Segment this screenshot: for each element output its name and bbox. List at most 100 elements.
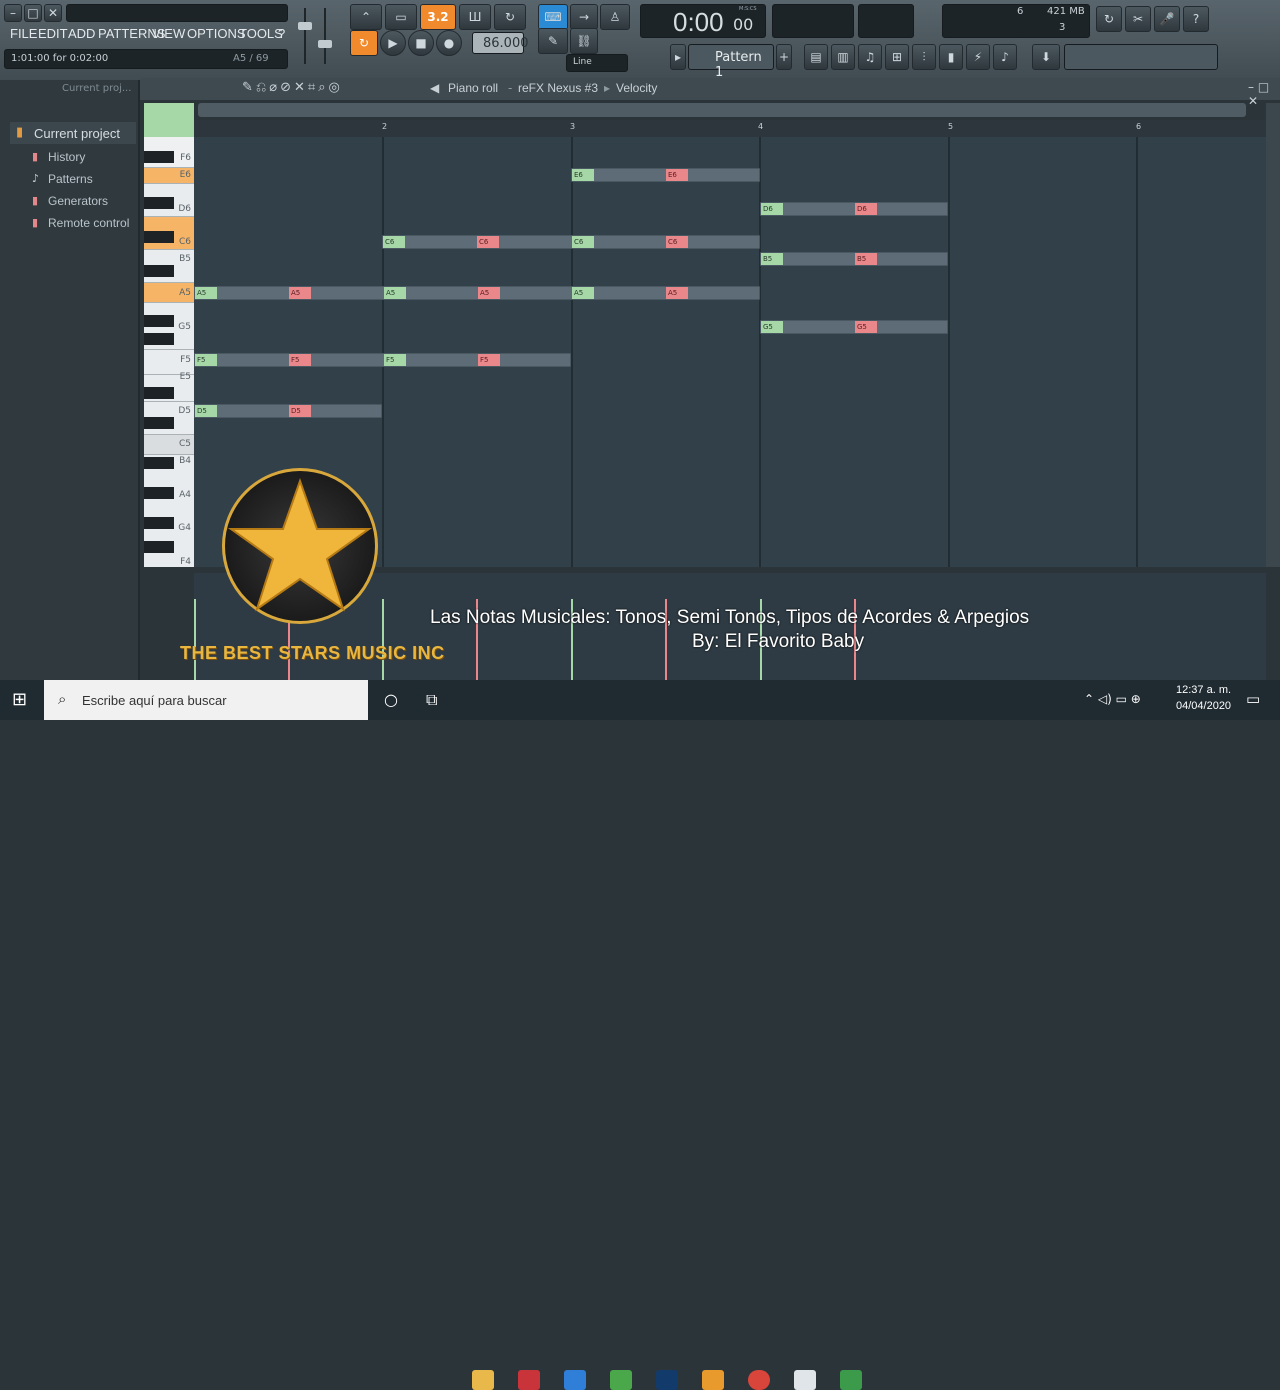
step-edit-button[interactable]: →	[570, 4, 598, 30]
app-icon[interactable]	[518, 1370, 540, 1390]
song-mode-button[interactable]: ↻	[350, 30, 378, 56]
menu-edit[interactable]: EDIT	[38, 26, 68, 41]
master-pitch-slider[interactable]	[318, 8, 332, 64]
menu-add[interactable]: ADD	[68, 26, 95, 41]
note-d6-accent[interactable]: D6	[855, 203, 877, 215]
browser-item-history[interactable]: History	[48, 150, 85, 164]
note-b5-accent[interactable]: B5	[855, 253, 877, 265]
note-block[interactable]: B5 B5	[760, 252, 948, 266]
taskbar-search[interactable]: ⌕ Escribe aquí para buscar	[44, 680, 368, 720]
notifications-icon[interactable]: ▭	[1246, 690, 1260, 708]
browser-root[interactable]: ▮ Current project	[10, 122, 136, 144]
close-button[interactable]: ✕	[44, 4, 62, 22]
chrome-icon[interactable]	[748, 1370, 770, 1390]
browser-item-patterns[interactable]: Patterns	[48, 172, 93, 186]
piano-keyboard[interactable]: F6 E6 D6 C6 B5 A5 G5 F5 E5 D5 C5 B4 A4 G…	[144, 137, 194, 567]
note-b5[interactable]: B5	[761, 253, 783, 265]
task-view-icon[interactable]: ⧉	[426, 690, 437, 710]
note-block[interactable]: D6 D6	[760, 202, 948, 216]
menu-view[interactable]: VIEW	[152, 26, 185, 41]
camtasia-icon[interactable]	[610, 1370, 632, 1390]
note-a5[interactable]: A5	[195, 287, 217, 299]
timeline-ruler[interactable]: 2 3 4 5 6	[194, 120, 1266, 137]
pattern-selector[interactable]: Pattern 1	[688, 44, 774, 80]
record-button[interactable]: ●	[436, 30, 462, 56]
mixer-button[interactable]: ⫶	[912, 44, 936, 70]
windows-start-icon[interactable]: ⊞	[12, 689, 27, 710]
note-c6-accent[interactable]: C6	[477, 236, 499, 248]
note-g5-accent[interactable]: G5	[855, 321, 877, 333]
help-button[interactable]: ?	[1183, 6, 1209, 32]
note-f5[interactable]: F5	[384, 354, 406, 366]
fl-studio-icon[interactable]	[702, 1370, 724, 1390]
photoshop-icon[interactable]	[656, 1370, 678, 1390]
note-a5-accent[interactable]: A5	[478, 287, 500, 299]
download-button[interactable]: ⬇	[1032, 44, 1060, 70]
note-d5-accent[interactable]: D5	[289, 405, 311, 417]
note-c6[interactable]: C6	[383, 236, 405, 248]
menu-help[interactable]: ?	[278, 26, 285, 41]
note-e6[interactable]: E6	[572, 169, 594, 181]
menu-file[interactable]: FILE	[10, 26, 37, 41]
plugin-button[interactable]: ⚡	[966, 44, 990, 70]
cut-tool-button[interactable]: ✂	[1125, 6, 1151, 32]
loop-record-button[interactable]: ↻	[494, 4, 526, 30]
note-block[interactable]: D5 D5	[194, 404, 382, 418]
note-d5[interactable]: D5	[195, 405, 217, 417]
countdown-button[interactable]: 3.2	[420, 4, 456, 30]
breadcrumb-target[interactable]: Velocity	[616, 81, 657, 95]
undo-button[interactable]: ↻	[1096, 6, 1122, 32]
piano-roll-button[interactable]: ♫	[858, 44, 882, 70]
tray-icons[interactable]: ⌃ ◁) ▭ ⊕	[1084, 692, 1141, 706]
vertical-scrollbar[interactable]	[1266, 103, 1280, 567]
note-a5-accent[interactable]: A5	[666, 287, 688, 299]
record-audio-button[interactable]: 🎤	[1154, 6, 1180, 32]
tempo-display[interactable]: 86.000	[472, 32, 529, 54]
multilink-button[interactable]: ♙	[600, 4, 630, 30]
note-c6-accent[interactable]: C6	[666, 236, 688, 248]
edison-button[interactable]: ♪	[993, 44, 1017, 70]
pattern-prev-button[interactable]: ▸	[670, 44, 686, 70]
stop-button[interactable]: ■	[408, 30, 434, 56]
browser-button[interactable]: ▮	[939, 44, 963, 70]
note-f5-accent[interactable]: F5	[478, 354, 500, 366]
horizontal-scrollbar[interactable]	[198, 103, 1246, 117]
master-volume-slider[interactable]	[298, 8, 312, 64]
playlist-button[interactable]: ▤	[804, 44, 828, 70]
note-block[interactable]: C6 C6 C6 C6	[382, 235, 760, 249]
note-g5[interactable]: G5	[761, 321, 783, 333]
note-d6[interactable]: D6	[761, 203, 783, 215]
metronome-button[interactable]: ⌃	[350, 4, 382, 30]
photos-icon[interactable]	[794, 1370, 816, 1390]
cortana-icon[interactable]: ○	[384, 690, 398, 709]
app-icon[interactable]	[564, 1370, 586, 1390]
note-a5[interactable]: A5	[384, 287, 406, 299]
blend-notes-button[interactable]: Ш	[459, 4, 491, 30]
play-button[interactable]: ▶	[380, 30, 406, 56]
typing-keyboard-button[interactable]: ⌨	[538, 4, 568, 30]
channel-rack-button[interactable]: ▥	[831, 44, 855, 70]
pattern-add-button[interactable]: +	[776, 44, 792, 70]
step-sequencer-button[interactable]: ⊞	[885, 44, 909, 70]
wait-button[interactable]: ▭	[385, 4, 417, 30]
breadcrumb-instrument[interactable]: reFX Nexus #3	[518, 81, 598, 95]
note-c6[interactable]: C6	[572, 236, 594, 248]
menu-tools[interactable]: TOOLS	[239, 26, 283, 41]
note-f5[interactable]: F5	[195, 354, 217, 366]
note-a5[interactable]: A5	[572, 287, 594, 299]
note-block[interactable]: A5 A5 A5 A5 A5 A5	[194, 286, 760, 300]
snap-selector[interactable]: Line	[566, 54, 628, 72]
note-block[interactable]: G5 G5	[760, 320, 948, 334]
note-block[interactable]: E6 E6	[571, 168, 760, 182]
menu-options[interactable]: OPTIONS	[187, 26, 246, 41]
browser-item-generators[interactable]: Generators	[48, 194, 108, 208]
minimize-button[interactable]: –	[4, 4, 22, 22]
maximize-button[interactable]: □	[24, 4, 42, 22]
note-block[interactable]: F5 F5 F5 F5	[194, 353, 571, 367]
pencil-tool-button[interactable]: ✎	[538, 28, 568, 54]
note-a5-accent[interactable]: A5	[289, 287, 311, 299]
link-button[interactable]: ⛓	[570, 28, 598, 54]
breadcrumb-piano-roll[interactable]: Piano roll	[448, 81, 498, 95]
tool-icons[interactable]: ✎⎌⌀⊘✕⌗⌕◎	[242, 80, 343, 95]
camtasia-recorder-icon[interactable]	[840, 1370, 862, 1390]
